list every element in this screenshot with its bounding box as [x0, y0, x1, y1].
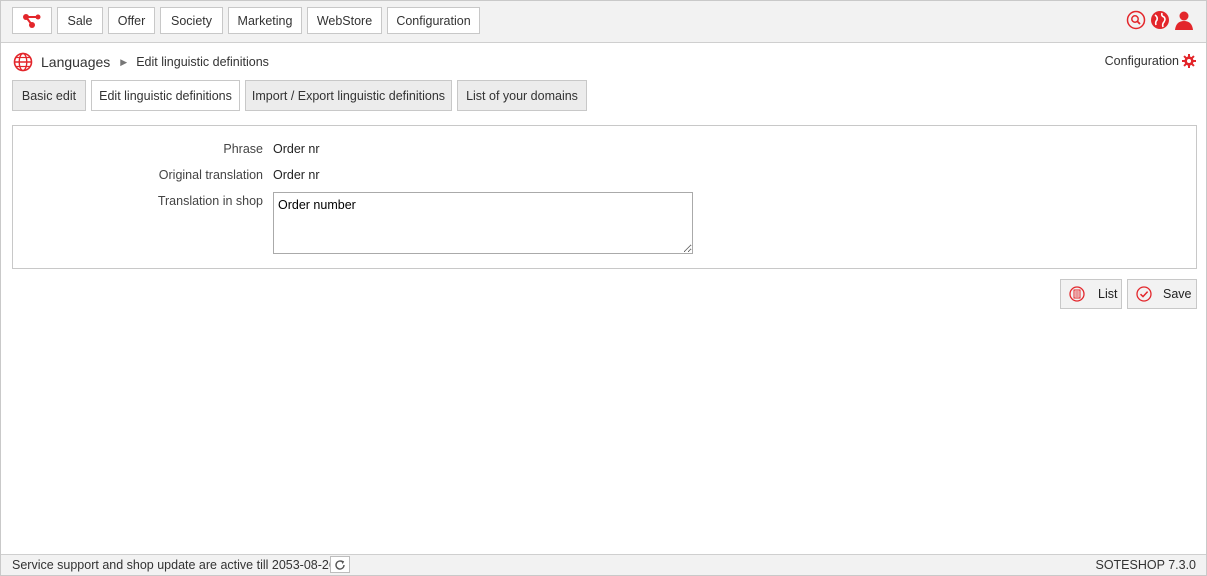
configuration-link[interactable]: Configuration	[1105, 54, 1196, 68]
status-footer: Service support and shop update are acti…	[1, 554, 1206, 575]
tab-edit-linguistic-definitions[interactable]: Edit linguistic definitions	[91, 80, 240, 111]
nav-society[interactable]: Society	[160, 7, 223, 34]
nav-sale[interactable]: Sale	[57, 7, 103, 34]
phrase-value: Order nr	[273, 142, 320, 156]
list-button[interactable]: List	[1060, 279, 1122, 309]
version-label: SOTESHOP 7.3.0	[1095, 558, 1196, 572]
nav-marketing[interactable]: Marketing	[228, 7, 302, 34]
breadcrumb: Languages ▶ Edit linguistic definitions	[13, 52, 269, 72]
nav-offer[interactable]: Offer	[108, 7, 155, 34]
configuration-link-label: Configuration	[1104, 54, 1179, 68]
tab-import-export[interactable]: Import / Export linguistic definitions	[245, 80, 452, 111]
user-icon[interactable]	[1174, 10, 1194, 30]
tab-list-of-domains[interactable]: List of your domains	[457, 80, 587, 111]
phrase-label: Phrase	[223, 142, 263, 156]
gear-icon	[1182, 54, 1196, 68]
refresh-button[interactable]	[330, 556, 350, 573]
original-translation-value: Order nr	[273, 168, 320, 182]
search-icon[interactable]	[1126, 10, 1146, 30]
nav-configuration[interactable]: Configuration	[387, 7, 480, 34]
list-button-label: List	[1098, 287, 1118, 301]
breadcrumb-arrow-icon: ▶	[120, 56, 128, 67]
support-status-text: Service support and shop update are acti…	[12, 558, 336, 572]
refresh-icon	[335, 559, 345, 570]
globe-icon[interactable]	[1150, 10, 1170, 30]
list-icon	[1069, 286, 1085, 302]
original-translation-label: Original translation	[158, 168, 263, 182]
translation-in-shop-textarea[interactable]: Order number	[273, 192, 693, 254]
nav-webstore[interactable]: WebStore	[307, 7, 382, 34]
edit-form-panel: Phrase Order nr Original translation Ord…	[12, 125, 1197, 269]
checkmark-icon	[1136, 286, 1152, 302]
home-logo-button[interactable]	[12, 7, 52, 34]
top-navigation-bar: Sale Offer Society Marketing WebStore Co…	[1, 1, 1206, 43]
top-icon-group	[1126, 10, 1194, 30]
languages-globe-icon	[13, 52, 33, 72]
breadcrumb-current: Edit linguistic definitions	[136, 55, 269, 69]
save-button-label: Save	[1163, 287, 1192, 301]
share-logo-icon	[23, 13, 41, 28]
app-window: Sale Offer Society Marketing WebStore Co…	[0, 0, 1207, 576]
save-button[interactable]: Save	[1127, 279, 1197, 309]
translation-in-shop-label: Translation in shop	[157, 194, 263, 208]
tab-basic-edit[interactable]: Basic edit	[12, 80, 86, 111]
page-title[interactable]: Languages	[41, 54, 110, 70]
